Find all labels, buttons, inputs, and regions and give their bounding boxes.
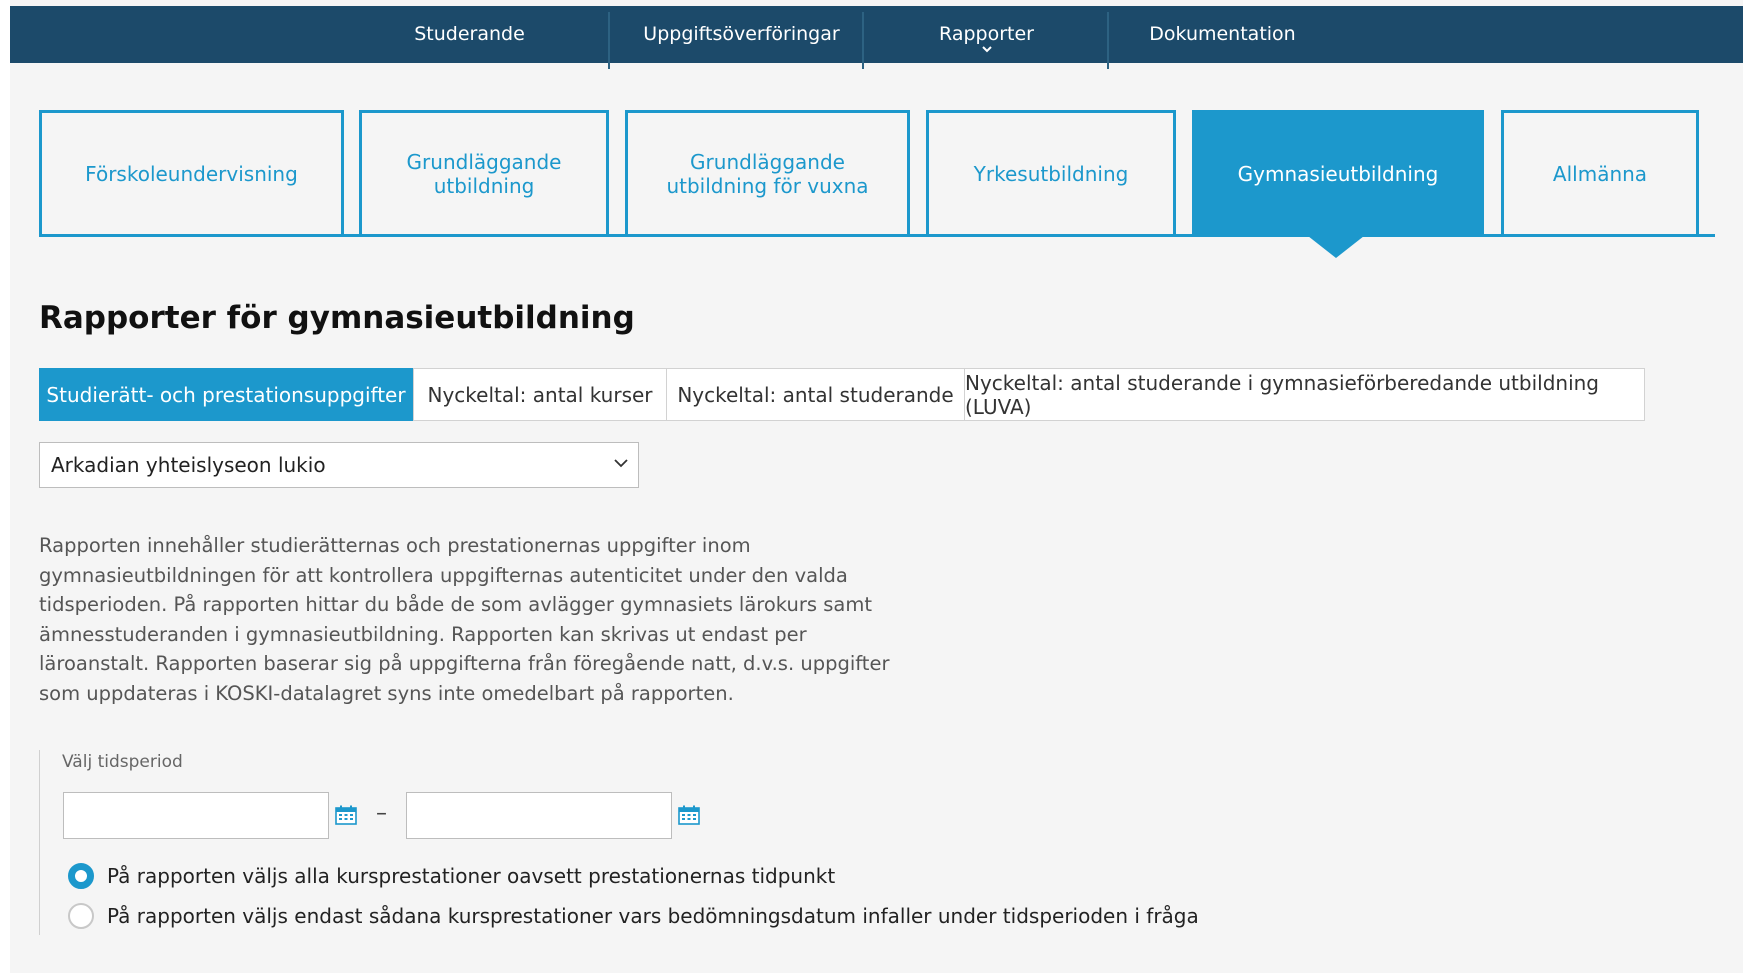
chevron-down-icon — [981, 46, 992, 53]
option-all-courses-label: På rapporten väljs alla kursprestationer… — [107, 864, 836, 888]
active-tab-indicator — [1308, 236, 1364, 258]
report-description: Rapporten innehåller studierätternas och… — [39, 534, 890, 705]
nav-separator — [1107, 12, 1109, 69]
institution-select-value: Arkadian yhteislyseon lukio — [51, 453, 326, 477]
nav-rapporter-label: Rapporter — [939, 23, 1034, 45]
top-navigation: Studerande Uppgiftsöverföringar Rapporte… — [10, 6, 1743, 69]
tab-underline — [39, 234, 1715, 237]
page-title: Rapporter för gymnasieutbildning — [39, 300, 635, 336]
report-tab-luva[interactable]: Nyckeltal: antal studerande i gymnasiefö… — [964, 368, 1645, 421]
start-date-input[interactable] — [63, 792, 329, 839]
tab-forskoleundervisning[interactable]: Förskoleundervisning — [39, 110, 344, 237]
report-tab-studieratt[interactable]: Studierätt- och prestationsuppgifter — [39, 368, 413, 421]
option-period-courses[interactable]: På rapporten väljs endast sådana kurspre… — [68, 903, 1199, 929]
end-date-input[interactable] — [406, 792, 672, 839]
calendar-icon[interactable] — [678, 805, 700, 825]
radio-button-checked[interactable] — [68, 863, 94, 889]
nav-uppgiftsoverforingar[interactable]: Uppgiftsöverföringar — [610, 6, 873, 63]
nav-dokumentation[interactable]: Dokumentation — [1110, 6, 1335, 63]
institution-select[interactable]: Arkadian yhteislyseon lukio — [39, 442, 639, 488]
tab-grundlaggande-utbildning-vuxna[interactable]: Grundläggande utbildning för vuxna — [625, 110, 910, 237]
date-range-separator: – — [376, 801, 387, 826]
option-all-courses[interactable]: På rapporten väljs alla kursprestationer… — [68, 863, 835, 889]
chevron-down-icon — [614, 459, 628, 468]
nav-rapporter[interactable]: Rapporter — [864, 6, 1109, 63]
tab-gymnasieutbildning[interactable]: Gymnasieutbildning — [1192, 110, 1484, 237]
option-period-courses-label: På rapporten väljs endast sådana kurspre… — [107, 904, 1199, 928]
calendar-icon[interactable] — [335, 805, 357, 825]
radio-button[interactable] — [68, 903, 94, 929]
tab-yrkesutbildning[interactable]: Yrkesutbildning — [926, 110, 1176, 237]
nav-studerande[interactable]: Studerande — [412, 6, 527, 63]
tab-grundlaggande-utbildning[interactable]: Grundläggande utbildning — [359, 110, 609, 237]
report-tab-antal-studerande[interactable]: Nyckeltal: antal studerande — [666, 368, 965, 421]
tab-allmanna[interactable]: Allmänna — [1501, 110, 1699, 237]
report-tab-antal-kurser[interactable]: Nyckeltal: antal kurser — [413, 368, 667, 421]
period-label: Välj tidsperiod — [62, 752, 183, 772]
